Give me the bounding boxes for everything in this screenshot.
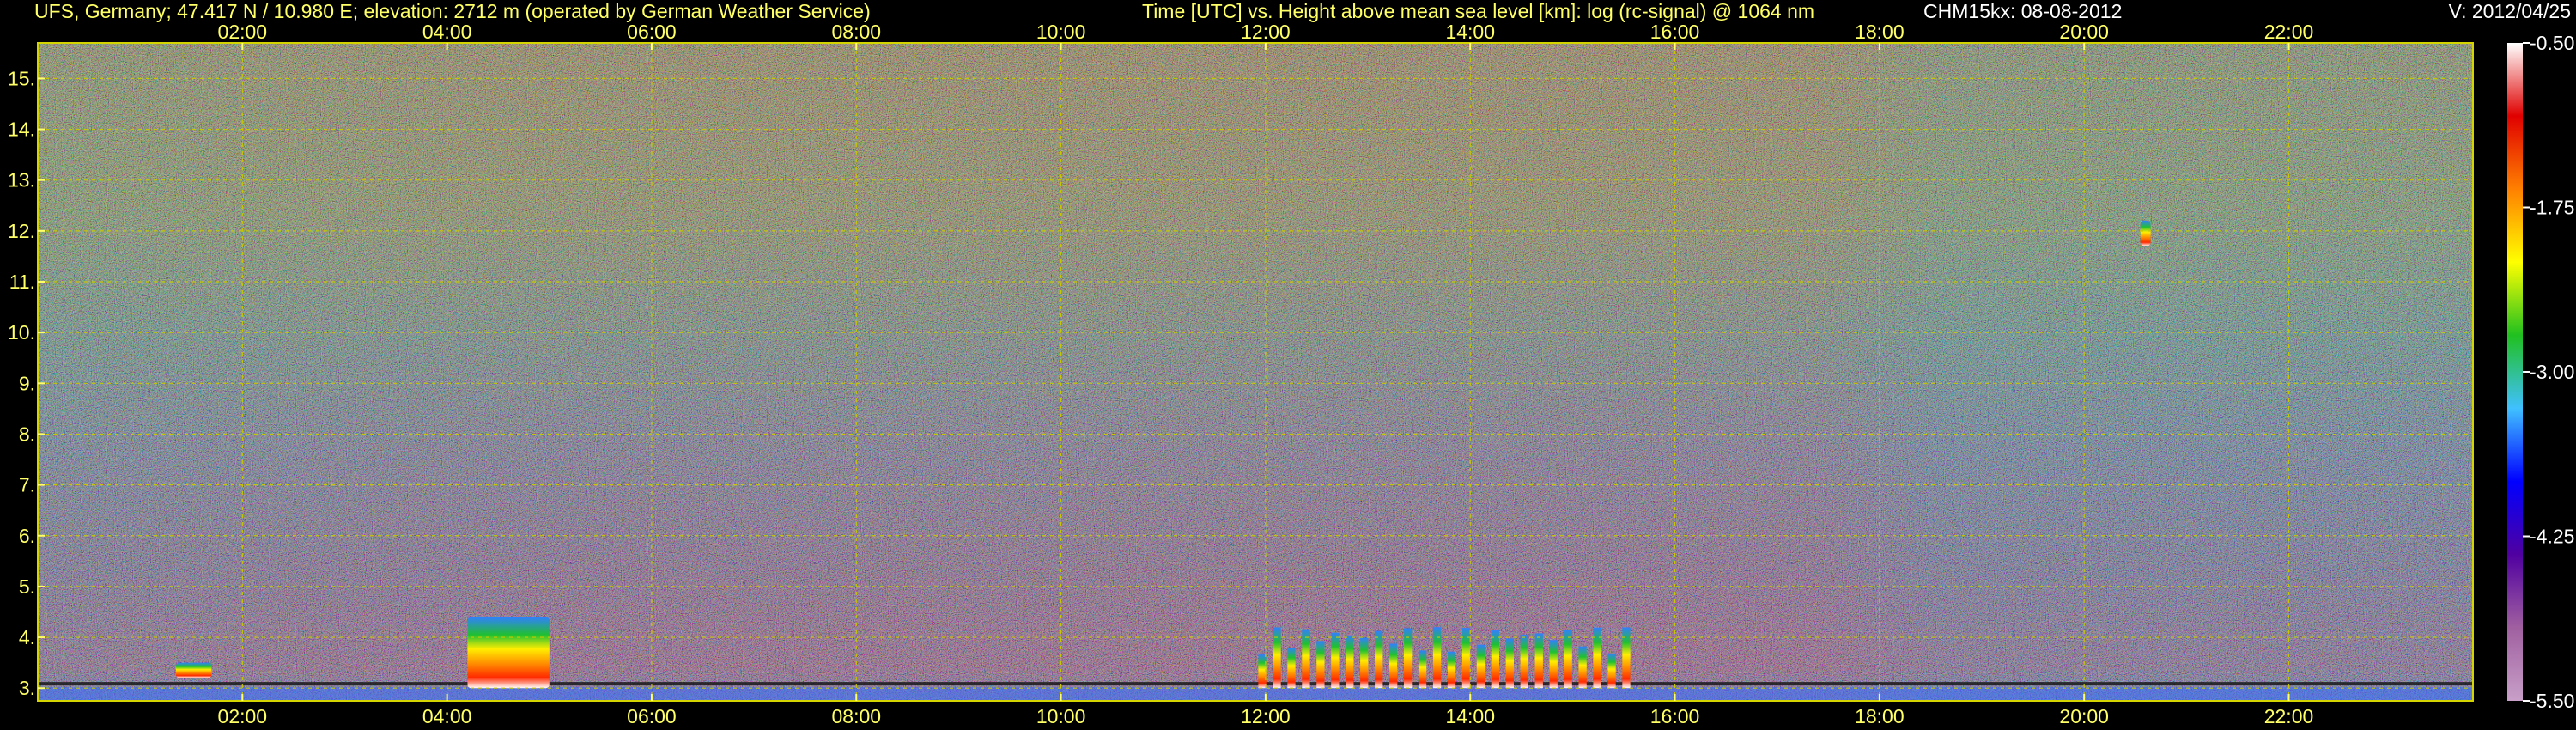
cloud-column <box>1447 651 1456 689</box>
cloud-column <box>1346 635 1354 689</box>
x-tick-label-bottom: 02:00 <box>218 705 268 727</box>
y-tick-label: 8. <box>19 423 35 445</box>
y-tick-label: 3. <box>19 677 35 699</box>
cloud-column <box>1287 648 1296 689</box>
signal-noise <box>38 43 2473 701</box>
x-tick-label-bottom: 10:00 <box>1036 705 1086 727</box>
cloud-column <box>1564 630 1572 689</box>
colorbar-labels: -0.50 -1.75 -3.00 -4.25 -5.50 <box>2523 32 2574 712</box>
cloud-column <box>1593 627 1601 689</box>
x-tick-label-bottom: 16:00 <box>1650 705 1700 727</box>
x-tick-label-bottom: 12:00 <box>1241 705 1291 727</box>
cloud-column <box>1360 637 1369 689</box>
colorbar-label: -0.50 <box>2530 32 2574 54</box>
y-tick-label: 15. <box>8 67 35 89</box>
cloud-column <box>1432 627 1442 689</box>
cloud-column <box>1418 650 1427 689</box>
cloud-column <box>1491 630 1500 689</box>
x-tick-label-top: 16:00 <box>1650 21 1700 43</box>
x-tick-label-bottom: 08:00 <box>831 705 881 727</box>
cloud-patch <box>2140 221 2151 246</box>
colorbar-label: -4.25 <box>2530 526 2574 548</box>
x-tick-label-bottom: 06:00 <box>627 705 677 727</box>
x-tick-label-top: 20:00 <box>2059 21 2109 43</box>
cloud-column <box>1622 627 1631 689</box>
colorbar-label: -1.75 <box>2530 197 2574 219</box>
x-tick-label-top: 06:00 <box>627 21 677 43</box>
y-tick-label: 4. <box>19 626 35 648</box>
x-tick-label-top: 02:00 <box>218 21 268 43</box>
y-tick-label: 5. <box>19 575 35 598</box>
x-tick-label-top: 22:00 <box>2264 21 2314 43</box>
x-tick-label-bottom: 22:00 <box>2264 705 2314 727</box>
colorbar-scale <box>2507 43 2523 701</box>
colorbar-label: -5.50 <box>2530 690 2574 712</box>
y-tick-label: 11. <box>9 271 35 293</box>
x-tick-label-top: 10:00 <box>1036 21 1086 43</box>
x-tick-label-top: 08:00 <box>831 21 881 43</box>
x-tick-label-top: 18:00 <box>1855 21 1905 43</box>
cloud-column <box>1389 643 1398 689</box>
colorbar-label: -3.00 <box>2530 361 2574 383</box>
cloud-patch <box>467 617 550 689</box>
y-tick-label: 10. <box>8 321 35 344</box>
cloud-column <box>1520 634 1528 689</box>
cloud-column <box>1607 653 1616 689</box>
lidar-backscatter-chart: 3. 4. 5. 6. 7. 8. 9. 10. 11. 12. 13. 14. 15. 02:00 04… <box>8 21 2574 727</box>
cloud-column <box>1505 638 1514 689</box>
x-tick-label-bottom: 14:00 <box>1445 705 1495 727</box>
plot-area <box>38 43 2473 701</box>
x-tick-label-top: 14:00 <box>1445 21 1495 43</box>
cloud-column <box>1476 644 1485 689</box>
y-tick-label: 14. <box>8 119 35 141</box>
cloud-column <box>1316 641 1325 689</box>
y-tick-label: 9. <box>19 372 35 394</box>
x-tick-label-bottom: 18:00 <box>1855 705 1905 727</box>
x-tick-label-bottom: 20:00 <box>2059 705 2109 727</box>
y-tick-label: 13. <box>8 169 35 192</box>
y-tick-label: 6. <box>19 525 35 547</box>
cloud-column <box>1578 646 1587 689</box>
colorbar: -0.50 -1.75 -3.00 -4.25 -5.50 <box>2507 32 2574 712</box>
cloud-column <box>1302 629 1310 689</box>
cloud-column <box>1534 633 1543 689</box>
cloud-column <box>1273 627 1281 689</box>
cloud-column <box>1549 640 1558 689</box>
x-tick-label-top: 12:00 <box>1241 21 1291 43</box>
x-tick-label-top: 04:00 <box>422 21 472 43</box>
ground-return-line <box>38 682 2473 686</box>
y-tick-label: 7. <box>19 474 35 496</box>
cloud-column <box>1331 632 1340 689</box>
cloud-column <box>1375 630 1383 689</box>
near-ground-band <box>38 687 2473 701</box>
x-tick-label-bottom: 04:00 <box>422 705 472 727</box>
cloud-patch <box>175 662 212 678</box>
y-tick-label: 12. <box>8 220 35 242</box>
